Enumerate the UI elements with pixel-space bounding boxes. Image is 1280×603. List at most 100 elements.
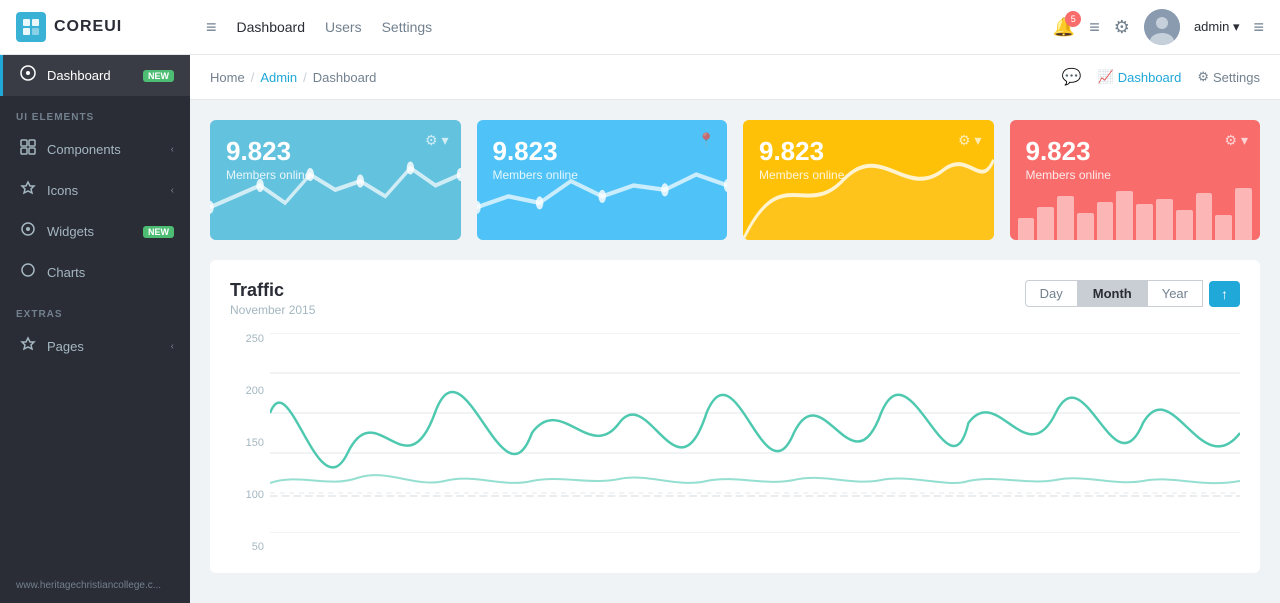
breadcrumb-sep-2: / (303, 70, 307, 85)
y-label-100: 100 (230, 489, 270, 501)
top-nav-links: Dashboard Users Settings (237, 19, 433, 35)
main-layout: Dashboard NEW UI ELEMENTS Components ‹ (0, 55, 1280, 603)
time-btn-month[interactable]: Month (1078, 280, 1147, 307)
sidebar-item-charts[interactable]: Charts (0, 252, 190, 293)
sparkline-light-blue (477, 120, 728, 240)
chart-line-secondary (270, 475, 1240, 483)
sparkline-blue (210, 120, 461, 240)
bar-8 (1156, 199, 1173, 240)
comment-icon[interactable]: 💬 (1062, 67, 1082, 87)
red-bars (1010, 185, 1261, 240)
sidebar-label-components: Components (47, 142, 161, 157)
time-btn-year[interactable]: Year (1147, 280, 1203, 307)
bar-4 (1077, 213, 1094, 241)
sidebar-footer: www.heritagechristiancollege.c... (0, 568, 190, 603)
bar-1 (1018, 218, 1035, 240)
nav-link-dashboard[interactable]: Dashboard (237, 19, 306, 35)
list-icon[interactable]: ≡ (1089, 17, 1100, 38)
chevron-icons-icon: ‹ (171, 185, 174, 196)
sidebar-item-dashboard[interactable]: Dashboard NEW (0, 55, 190, 96)
breadcrumb-action-settings-label: Settings (1213, 70, 1260, 85)
stat-card-light-blue: 📍 9.823 Members online (477, 120, 728, 240)
nav-link-settings[interactable]: Settings (382, 19, 433, 35)
new-badge-dashboard: NEW (143, 70, 174, 82)
traffic-header: Traffic November 2015 Day Month Year ↑ (230, 280, 1240, 317)
traffic-chart: 250 200 150 100 50 (230, 333, 1240, 553)
nav-link-users[interactable]: Users (325, 19, 362, 35)
stat-cards-grid: ⚙ ▾ 9.823 Members online 📍 (210, 120, 1260, 240)
admin-dropdown[interactable]: admin ▾ (1194, 19, 1240, 35)
chart-y-labels: 250 200 150 100 50 (230, 333, 270, 553)
traffic-section: Traffic November 2015 Day Month Year ↑ 2… (210, 260, 1260, 573)
hamburger-menu-icon[interactable]: ≡ (206, 17, 217, 38)
sidebar-label-icons: Icons (47, 183, 161, 198)
sidebar-item-widgets[interactable]: Widgets NEW (0, 211, 190, 252)
sidebar-item-pages[interactable]: Pages ‹ (0, 326, 190, 367)
right-hamburger-icon[interactable]: ≡ (1253, 17, 1264, 38)
stat-label-red: Members online (1026, 168, 1245, 182)
sidebar-section-extras: EXTRAS (0, 293, 190, 326)
bar-5 (1097, 202, 1114, 241)
chevron-components-icon: ‹ (171, 144, 174, 155)
chart-line-main (270, 392, 1240, 467)
y-label-150: 150 (230, 437, 270, 449)
breadcrumb-action-dashboard[interactable]: 📈 Dashboard (1098, 69, 1182, 85)
notifications-button[interactable]: 🔔 5 (1053, 17, 1075, 38)
sidebar-section-ui-elements: UI ELEMENTS (0, 96, 190, 129)
dashboard-icon (19, 65, 37, 86)
chart-svg-area (270, 333, 1240, 533)
sidebar-item-components[interactable]: Components ‹ (0, 129, 190, 170)
traffic-title-group: Traffic November 2015 (230, 280, 315, 317)
y-label-50: 50 (230, 541, 270, 553)
breadcrumb-sep-1: / (251, 70, 255, 85)
stat-number-red: 9.823 (1026, 138, 1245, 164)
sidebar-label-pages: Pages (47, 339, 161, 354)
sidebar-label-widgets: Widgets (47, 224, 133, 239)
bar-2 (1037, 207, 1054, 240)
notification-badge: 5 (1065, 11, 1081, 27)
main-content: ⚙ ▾ 9.823 Members online 📍 (190, 100, 1280, 603)
avatar[interactable] (1144, 9, 1180, 45)
top-navigation: COREUI ≡ Dashboard Users Settings 🔔 5 ≡ … (0, 0, 1280, 55)
widgets-icon (19, 221, 37, 242)
sidebar-label-dashboard: Dashboard (47, 68, 133, 83)
bar-11 (1215, 215, 1232, 240)
bar-10 (1196, 193, 1213, 240)
gear-breadcrumb-icon: ⚙ (1197, 69, 1209, 85)
logo-text: COREUI (54, 18, 122, 36)
chevron-pages-icon: ‹ (171, 341, 174, 352)
stat-card-yellow: ⚙ ▾ 9.823 Members online (743, 120, 994, 240)
logo-area: COREUI (16, 12, 206, 42)
pages-icon (19, 336, 37, 357)
traffic-title: Traffic (230, 280, 315, 301)
bar-6 (1116, 191, 1133, 241)
traffic-chart-svg (270, 333, 1240, 533)
stat-gear-red[interactable]: ⚙ ▾ (1225, 132, 1248, 149)
breadcrumb-home[interactable]: Home (210, 70, 245, 85)
time-btn-day[interactable]: Day (1025, 280, 1078, 307)
breadcrumb-admin[interactable]: Admin (260, 70, 297, 85)
new-badge-widgets: NEW (143, 226, 174, 238)
wave-yellow (743, 120, 994, 240)
breadcrumb-actions: 💬 📈 Dashboard ⚙ Settings (1062, 67, 1260, 87)
charts-icon (19, 262, 37, 283)
upload-button[interactable]: ↑ (1209, 281, 1240, 307)
nav-right: 🔔 5 ≡ ⚙ admin ▾ ≡ (1053, 9, 1264, 45)
sidebar-item-icons[interactable]: Icons ‹ (0, 170, 190, 211)
icons-icon (19, 180, 37, 201)
breadcrumb-dashboard: Dashboard (313, 70, 377, 85)
bar-3 (1057, 196, 1074, 240)
breadcrumb-action-settings[interactable]: ⚙ Settings (1197, 69, 1260, 85)
trend-icon: 📈 (1098, 69, 1114, 85)
content-area: Home / Admin / Dashboard 💬 📈 Dashboard ⚙… (190, 55, 1280, 603)
stat-card-blue: ⚙ ▾ 9.823 Members online (210, 120, 461, 240)
bar-12 (1235, 188, 1252, 240)
traffic-controls: Day Month Year ↑ (1025, 280, 1240, 307)
breadcrumb-action-dashboard-label: Dashboard (1118, 70, 1182, 85)
stat-card-red: ⚙ ▾ 9.823 Members online (1010, 120, 1261, 240)
y-label-200: 200 (230, 385, 270, 397)
y-label-250: 250 (230, 333, 270, 345)
bar-9 (1176, 210, 1193, 240)
breadcrumb-bar: Home / Admin / Dashboard 💬 📈 Dashboard ⚙… (190, 55, 1280, 100)
settings-icon[interactable]: ⚙ (1114, 17, 1130, 38)
